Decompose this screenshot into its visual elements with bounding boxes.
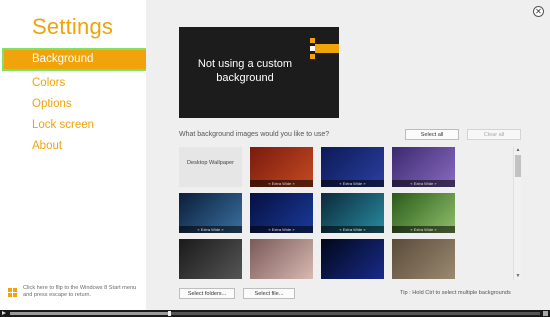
settings-nav: Background Colors Options Lock screen Ab… [0,48,148,157]
background-image-grid: Desktop Wallpaper « Extra Wide » « Extra W… [179,147,513,280]
nav-item-about[interactable]: About [0,136,146,157]
video-player-bar [0,310,550,317]
nav-item-lock-screen[interactable]: Lock screen [0,115,146,136]
extra-wide-label: « Extra Wide » [392,180,455,187]
dark-stone-thumb[interactable] [179,239,242,279]
cracked-earth-thumb[interactable] [392,239,455,279]
select-all-button[interactable]: Select all [405,129,459,140]
preview-tile-icon [310,54,315,59]
scroll-up-icon[interactable]: ▲ [514,147,522,154]
extra-wide-label: « Extra Wide » [321,180,384,187]
extra-wide-label: « Extra Wide » [250,180,313,187]
scroll-thumb[interactable] [515,155,521,177]
scroll-down-icon[interactable]: ▼ [514,273,522,280]
preview-tile-icon [310,38,315,43]
preview-bar-icon [315,44,339,53]
progress-knob[interactable] [168,311,171,316]
red-bokeh-thumb[interactable]: « Extra Wide » [250,147,313,187]
extra-wide-label: « Extra Wide » [179,226,242,233]
progress-track[interactable] [10,311,540,316]
windows-logo-icon [8,288,17,297]
settings-sidebar: Settings Background Colors Options Lock … [0,0,148,310]
extra-wide-label: « Extra Wide » [321,226,384,233]
extra-wide-label: « Extra Wide » [250,226,313,233]
nav-item-colors[interactable]: Colors [0,73,146,94]
flip-hint-text: Click here to flip to the Windows 8 Star… [23,285,137,298]
tip-text: Tip : Hold Ctrl to select multiple backg… [400,290,511,296]
desktop-wallpaper-thumb[interactable]: Desktop Wallpaper [179,147,242,187]
nav-item-options[interactable]: Options [0,94,146,115]
close-icon[interactable]: ✕ [533,6,544,17]
select-folders-button[interactable]: Select folders... [179,288,235,299]
clear-all-button[interactable]: Clear all [467,129,521,140]
select-file-button[interactable]: Select file... [243,288,295,299]
extra-wide-label: « Extra Wide » [392,226,455,233]
progress-fill [10,312,169,315]
rose-cup-thumb[interactable] [250,239,313,279]
flip-to-start-hint[interactable]: Click here to flip to the Windows 8 Star… [8,285,144,299]
nav-item-background[interactable]: Background [2,48,148,71]
background-question: What background images would you like to… [179,131,330,138]
golf-green-thumb[interactable]: « Extra Wide » [392,193,455,233]
blue-nebula-thumb[interactable]: « Extra Wide » [321,147,384,187]
desktop-wallpaper-label: Desktop Wallpaper [186,160,235,166]
tree-teal-thumb[interactable]: « Extra Wide » [321,193,384,233]
preview-text: Not using a custom background [197,58,293,84]
background-preview: Not using a custom background [179,27,339,118]
starry-blue-thumb[interactable]: « Extra Wide » [250,193,313,233]
purple-dusk-thumb[interactable]: « Extra Wide » [392,147,455,187]
blue-wave-thumb[interactable] [321,239,384,279]
night-blue-thumb[interactable]: « Extra Wide » [179,193,242,233]
settings-title: Settings [32,14,114,39]
grid-scrollbar[interactable]: ▲ ▼ [513,147,521,280]
volume-icon[interactable] [543,311,548,316]
play-icon[interactable] [2,311,6,315]
